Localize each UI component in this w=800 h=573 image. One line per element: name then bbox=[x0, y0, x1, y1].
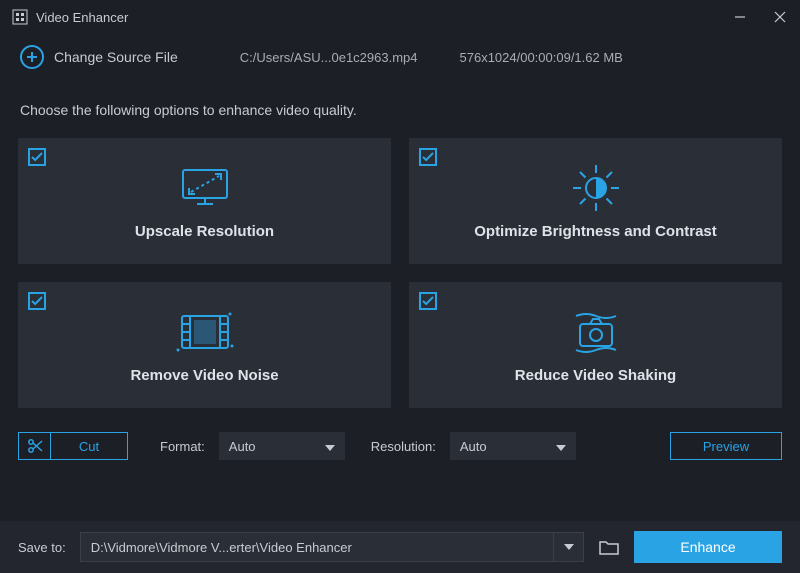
option-remove-noise[interactable]: Remove Video Noise bbox=[18, 282, 391, 408]
format-dropdown[interactable]: Auto bbox=[219, 432, 345, 460]
save-path-dropdown[interactable] bbox=[553, 533, 583, 561]
camera-shake-icon bbox=[566, 307, 626, 357]
checkbox-upscale[interactable] bbox=[28, 148, 46, 166]
preview-label: Preview bbox=[703, 439, 749, 454]
change-source-button[interactable]: Change Source File bbox=[20, 45, 178, 69]
save-to-label: Save to: bbox=[18, 540, 66, 555]
option-label: Upscale Resolution bbox=[135, 223, 274, 240]
browse-folder-button[interactable] bbox=[594, 532, 624, 562]
resolution-value: Auto bbox=[460, 439, 546, 454]
app-icon bbox=[12, 9, 28, 25]
title-bar: Video Enhancer bbox=[0, 0, 800, 34]
option-label: Reduce Video Shaking bbox=[515, 367, 676, 384]
brightness-icon bbox=[571, 163, 621, 213]
bottom-bar: Save to: D:\Vidmore\Vidmore V...erter\Vi… bbox=[0, 521, 800, 573]
window-title: Video Enhancer bbox=[36, 10, 128, 25]
option-label: Remove Video Noise bbox=[130, 367, 278, 384]
monitor-icon bbox=[179, 163, 231, 213]
plus-icon bbox=[20, 45, 44, 69]
enhance-label: Enhance bbox=[680, 539, 735, 555]
resolution-dropdown[interactable]: Auto bbox=[450, 432, 576, 460]
checkbox-brightness[interactable] bbox=[419, 148, 437, 166]
instructions-text: Choose the following options to enhance … bbox=[0, 80, 800, 128]
film-icon bbox=[176, 307, 234, 357]
save-path-text: D:\Vidmore\Vidmore V...erter\Video Enhan… bbox=[81, 540, 553, 555]
close-button[interactable] bbox=[760, 0, 800, 34]
cut-button[interactable]: Cut bbox=[18, 432, 128, 460]
scissors-icon bbox=[19, 433, 51, 459]
option-upscale-resolution[interactable]: Upscale Resolution bbox=[18, 138, 391, 264]
change-source-label: Change Source File bbox=[54, 49, 178, 65]
options-grid: Upscale Resolution Optim bbox=[0, 128, 800, 408]
minimize-button[interactable] bbox=[720, 0, 760, 34]
option-label: Optimize Brightness and Contrast bbox=[474, 223, 717, 240]
resolution-label: Resolution: bbox=[371, 439, 436, 454]
controls-row: Cut Format: Auto Resolution: Auto Previe… bbox=[0, 408, 800, 476]
preview-button[interactable]: Preview bbox=[670, 432, 782, 460]
source-bar: Change Source File C:/Users/ASU...0e1c29… bbox=[0, 34, 800, 80]
format-value: Auto bbox=[229, 439, 315, 454]
save-path-box: D:\Vidmore\Vidmore V...erter\Video Enhan… bbox=[80, 532, 584, 562]
enhance-button[interactable]: Enhance bbox=[634, 531, 782, 563]
checkbox-noise[interactable] bbox=[28, 292, 46, 310]
chevron-down-icon bbox=[325, 439, 335, 454]
format-label: Format: bbox=[160, 439, 205, 454]
source-file-meta: 576x1024/00:00:09/1.62 MB bbox=[460, 50, 623, 65]
source-file-path: C:/Users/ASU...0e1c2963.mp4 bbox=[240, 50, 418, 65]
chevron-down-icon bbox=[556, 439, 566, 454]
option-reduce-shaking[interactable]: Reduce Video Shaking bbox=[409, 282, 782, 408]
checkbox-shaking[interactable] bbox=[419, 292, 437, 310]
cut-label: Cut bbox=[51, 439, 127, 454]
option-optimize-brightness[interactable]: Optimize Brightness and Contrast bbox=[409, 138, 782, 264]
